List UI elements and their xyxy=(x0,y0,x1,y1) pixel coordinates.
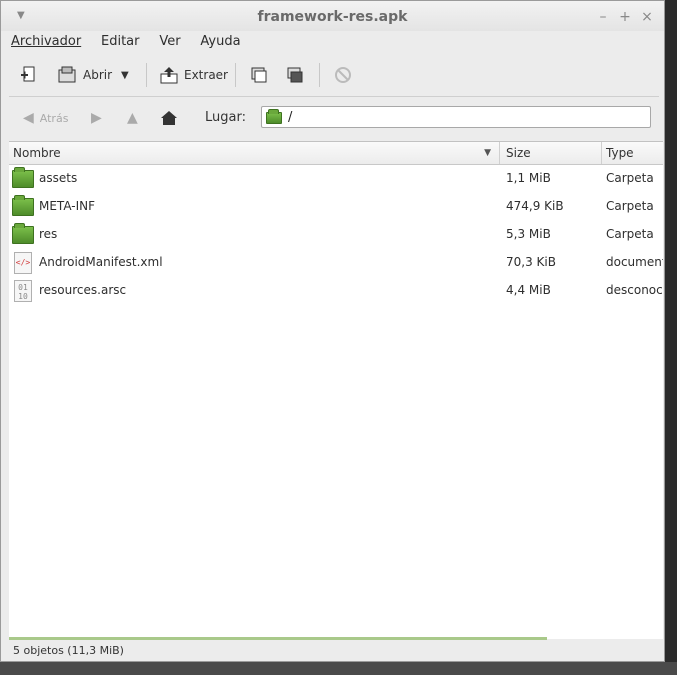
sort-descending-icon: ▼ xyxy=(484,148,491,158)
menu-editar[interactable]: Editar xyxy=(99,33,142,50)
file-name: res xyxy=(39,227,58,241)
menu-editar-label: Editar xyxy=(101,34,140,49)
minimize-icon[interactable]: – xyxy=(595,9,611,25)
location-label: Lugar: xyxy=(205,110,246,125)
folder-icon xyxy=(266,109,282,124)
back-button[interactable]: ◀ Atrás xyxy=(23,107,68,129)
status-bar: 5 objetos (11,3 MiB) xyxy=(13,644,124,657)
menu-archivador[interactable]: Archivador xyxy=(9,33,83,50)
folder-icon xyxy=(12,223,34,244)
stop-icon xyxy=(335,67,351,83)
binary-file-icon: 01 10 xyxy=(12,280,34,302)
file-row[interactable]: META-INF 474,9 KiB Carpeta xyxy=(9,192,663,220)
extract-icon xyxy=(160,67,178,84)
desktop-background xyxy=(0,662,677,675)
archive-manager-window: ▼ framework-res.apk – + × Archivador Edi… xyxy=(0,0,665,662)
stop-button[interactable] xyxy=(333,61,353,89)
file-list-header: Nombre ▼ Size Type xyxy=(9,142,663,165)
file-size: 4,4 MiB xyxy=(506,283,551,297)
file-name: META-INF xyxy=(39,199,96,213)
file-name: resources.arsc xyxy=(39,283,127,297)
new-archive-button[interactable] xyxy=(19,61,39,89)
file-row[interactable]: res 5,3 MiB Carpeta xyxy=(9,220,663,248)
arrow-right-icon: ▶ xyxy=(91,110,102,126)
file-type: Carpeta xyxy=(606,199,654,213)
add-files-icon xyxy=(251,67,267,83)
column-header-size-label: Size xyxy=(506,146,531,160)
file-list: Nombre ▼ Size Type assets 1,1 MiB Carpet… xyxy=(9,141,663,639)
home-icon xyxy=(161,111,177,125)
file-size: 474,9 KiB xyxy=(506,199,564,213)
file-type: Carpeta xyxy=(606,171,654,185)
location-field[interactable]: / xyxy=(261,106,651,128)
up-button[interactable]: ▲ xyxy=(127,107,138,129)
column-header-name-label: Nombre xyxy=(13,146,61,160)
extract-button-label: Extraer xyxy=(184,68,228,82)
file-size: 70,3 KiB xyxy=(506,255,556,269)
menu-ayuda[interactable]: Ayuda xyxy=(198,33,242,50)
column-header-name[interactable]: Nombre ▼ xyxy=(9,142,500,164)
open-button-label: Abrir xyxy=(83,68,113,82)
file-size: 1,1 MiB xyxy=(506,171,551,185)
file-row[interactable]: assets 1,1 MiB Carpeta xyxy=(9,164,663,192)
xml-file-icon: </> xyxy=(12,252,34,274)
add-folder-button[interactable] xyxy=(285,61,305,89)
open-button[interactable]: Abrir xyxy=(57,61,112,89)
forward-button[interactable]: ▶ xyxy=(91,107,102,129)
file-row[interactable]: </> AndroidManifest.xml 70,3 KiB documen… xyxy=(9,248,663,276)
file-name: assets xyxy=(39,171,78,185)
column-header-type-label: Type xyxy=(606,146,634,160)
add-folder-icon xyxy=(287,67,303,83)
window-title: framework-res.apk xyxy=(257,9,408,25)
progress-bar xyxy=(9,637,547,640)
location-bar: ◀ Atrás ▶ ▲ Lugar: / xyxy=(9,99,659,137)
back-button-label: Atrás xyxy=(39,111,69,125)
new-archive-icon xyxy=(21,66,35,82)
file-size: 5,3 MiB xyxy=(506,227,551,241)
open-dropdown-button[interactable]: ▼ xyxy=(121,61,129,89)
toolbar-separator xyxy=(146,63,147,87)
folder-icon xyxy=(12,195,34,216)
toolbar-separator xyxy=(235,63,236,87)
maximize-icon[interactable]: + xyxy=(617,9,633,25)
arrow-up-icon: ▲ xyxy=(127,110,138,126)
menu-ver-label: Ver xyxy=(159,34,181,49)
arrow-left-icon: ◀ xyxy=(23,110,34,126)
close-icon[interactable]: × xyxy=(639,9,655,25)
menu-ver[interactable]: Ver xyxy=(157,33,182,50)
extract-button[interactable]: Extraer xyxy=(159,61,228,89)
location-value: / xyxy=(288,109,293,125)
toolbar-divider xyxy=(9,96,659,97)
add-files-button[interactable] xyxy=(249,61,269,89)
home-button[interactable] xyxy=(160,107,178,129)
menu-ayuda-label: Ayuda xyxy=(200,34,241,49)
menu-archivador-label: Archivador xyxy=(11,34,82,49)
column-header-size[interactable]: Size xyxy=(502,142,602,164)
file-name: AndroidManifest.xml xyxy=(39,255,163,269)
toolbar-separator xyxy=(319,63,320,87)
chevron-down-icon: ▼ xyxy=(121,69,129,81)
menu-bar: Archivador Editar Ver Ayuda xyxy=(9,33,255,53)
open-archive-icon xyxy=(58,66,76,83)
folder-icon xyxy=(12,167,34,188)
file-row[interactable]: 0110 resources.arsc 4,4 MiB desconocido xyxy=(9,276,663,304)
file-type: Carpeta xyxy=(606,227,654,241)
file-type: documento XML xyxy=(606,255,663,269)
column-header-type[interactable]: Type xyxy=(602,142,663,164)
toolbar: Abrir ▼ Extraer xyxy=(9,57,659,93)
title-bar: ▼ framework-res.apk – + × xyxy=(1,1,664,31)
desktop-background xyxy=(665,0,677,675)
file-type: desconocido xyxy=(606,283,663,297)
